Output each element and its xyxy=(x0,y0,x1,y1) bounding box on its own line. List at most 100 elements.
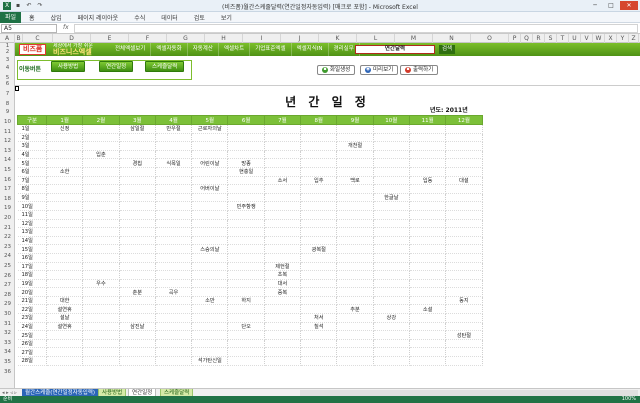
calendar-cell[interactable] xyxy=(82,339,120,349)
day-label[interactable]: 19일 xyxy=(17,279,47,289)
calendar-cell[interactable] xyxy=(191,133,229,143)
calendar-cell[interactable] xyxy=(82,244,120,254)
calendar-cell[interactable] xyxy=(264,244,302,254)
calendar-cell[interactable] xyxy=(119,296,156,306)
calendar-cell[interactable] xyxy=(191,262,229,272)
calendar-cell[interactable] xyxy=(264,227,302,237)
row-header[interactable]: 21 xyxy=(0,225,15,231)
calendar-cell[interactable] xyxy=(227,339,265,349)
tab-insert[interactable]: 삽입 xyxy=(43,13,70,22)
calendar-cell[interactable] xyxy=(373,304,410,315)
calendar-cell[interactable] xyxy=(409,339,447,349)
column-header[interactable]: S xyxy=(545,34,557,43)
calendar-cell[interactable] xyxy=(300,141,338,151)
calendar-cell[interactable] xyxy=(227,279,265,289)
calendar-cell[interactable] xyxy=(409,227,447,237)
calendar-cell[interactable]: 상강 xyxy=(373,313,410,323)
calendar-cell[interactable] xyxy=(264,150,302,160)
calendar-cell[interactable] xyxy=(155,210,193,220)
calendar-cell[interactable] xyxy=(445,167,483,177)
calendar-cell[interactable] xyxy=(46,201,84,211)
calendar-cell[interactable] xyxy=(227,176,265,186)
calendar-cell[interactable]: 설연휴 xyxy=(46,304,84,315)
calendar-cell[interactable] xyxy=(82,210,120,220)
calendar-cell[interactable]: 백로 xyxy=(336,176,374,186)
calendar-cell[interactable] xyxy=(336,356,374,366)
calendar-cell[interactable] xyxy=(46,141,84,151)
calendar-cell[interactable] xyxy=(227,219,265,229)
calendar-cell[interactable] xyxy=(264,133,302,143)
calendar-cell[interactable] xyxy=(155,304,193,315)
calendar-cell[interactable] xyxy=(300,219,338,229)
zoom-level[interactable]: 100% xyxy=(622,396,636,403)
day-label[interactable]: 4일 xyxy=(17,150,47,160)
column-header[interactable]: Y xyxy=(617,34,629,43)
column-header[interactable]: Z xyxy=(629,34,639,43)
calendar-cell[interactable] xyxy=(445,347,483,358)
calendar-cell[interactable] xyxy=(409,347,447,358)
calendar-cell[interactable] xyxy=(336,270,374,280)
calendar-cell[interactable] xyxy=(300,253,338,263)
minimize-button[interactable]: ─ xyxy=(588,1,602,10)
row-header[interactable]: 12 xyxy=(0,138,15,144)
calendar-cell[interactable] xyxy=(46,253,84,263)
calendar-cell[interactable] xyxy=(46,287,84,297)
calendar-cell[interactable] xyxy=(119,304,156,315)
calendar-cell[interactable] xyxy=(119,184,156,194)
calendar-cell[interactable] xyxy=(409,279,447,289)
column-header[interactable]: P xyxy=(509,34,521,43)
row-header[interactable]: 10 xyxy=(0,119,15,125)
day-label[interactable]: 27일 xyxy=(17,347,47,358)
calendar-cell[interactable] xyxy=(46,219,84,229)
calendar-cell[interactable] xyxy=(155,193,193,203)
calendar-cell[interactable] xyxy=(336,193,374,203)
calendar-cell[interactable] xyxy=(82,227,120,237)
calendar-cell[interactable] xyxy=(46,184,84,194)
calendar-cell[interactable]: 동지 xyxy=(445,296,483,306)
calendar-cell[interactable] xyxy=(336,313,374,323)
calendar-cell[interactable] xyxy=(191,279,229,289)
calendar-cell[interactable]: 설연휴 xyxy=(46,322,84,332)
calendar-cell[interactable] xyxy=(82,304,120,315)
calendar-cell[interactable] xyxy=(264,124,302,134)
search-button[interactable]: 검색 xyxy=(439,45,456,54)
day-label[interactable]: 7일 xyxy=(17,176,47,186)
calendar-cell[interactable] xyxy=(46,133,84,143)
tab-file[interactable]: 파일 xyxy=(0,11,22,23)
calendar-cell[interactable] xyxy=(373,244,410,254)
day-label[interactable]: 2일 xyxy=(17,133,47,143)
calendar-cell[interactable]: 한글날 xyxy=(373,193,410,203)
calendar-cell[interactable] xyxy=(155,270,193,280)
calendar-cell[interactable] xyxy=(300,347,338,358)
column-header[interactable]: W xyxy=(593,34,605,43)
column-header[interactable]: F xyxy=(129,34,167,43)
calendar-cell[interactable] xyxy=(373,287,410,297)
calendar-cell[interactable] xyxy=(155,227,193,237)
calendar-cell[interactable] xyxy=(82,313,120,323)
calendar-cell[interactable] xyxy=(373,158,410,168)
calendar-cell[interactable] xyxy=(119,210,156,220)
calendar-cell[interactable] xyxy=(336,296,374,306)
calendar-cell[interactable] xyxy=(336,236,374,246)
calendar-cell[interactable] xyxy=(409,201,447,211)
row-header[interactable]: 25 xyxy=(0,263,15,269)
calendar-cell[interactable] xyxy=(409,253,447,263)
calendar-cell[interactable]: 민주항쟁 xyxy=(227,201,265,211)
calendar-cell[interactable] xyxy=(155,296,193,306)
calendar-cell[interactable] xyxy=(155,176,193,186)
calendar-cell[interactable]: 대서 xyxy=(264,279,302,289)
calendar-cell[interactable] xyxy=(300,133,338,143)
column-header[interactable]: D xyxy=(53,34,91,43)
name-box[interactable]: A5 xyxy=(1,24,57,33)
calendar-cell[interactable] xyxy=(46,356,84,366)
calendar-cell[interactable] xyxy=(445,158,483,168)
calendar-cell[interactable] xyxy=(336,347,374,358)
calendar-cell[interactable]: 신정 xyxy=(46,124,84,134)
day-label[interactable]: 10일 xyxy=(17,201,47,211)
calendar-cell[interactable] xyxy=(119,193,156,203)
calendar-cell[interactable] xyxy=(336,201,374,211)
calendar-cell[interactable] xyxy=(119,219,156,229)
calendar-cell[interactable] xyxy=(155,279,193,289)
calendar-cell[interactable] xyxy=(300,279,338,289)
calendar-cell[interactable]: 광복절 xyxy=(300,244,338,254)
